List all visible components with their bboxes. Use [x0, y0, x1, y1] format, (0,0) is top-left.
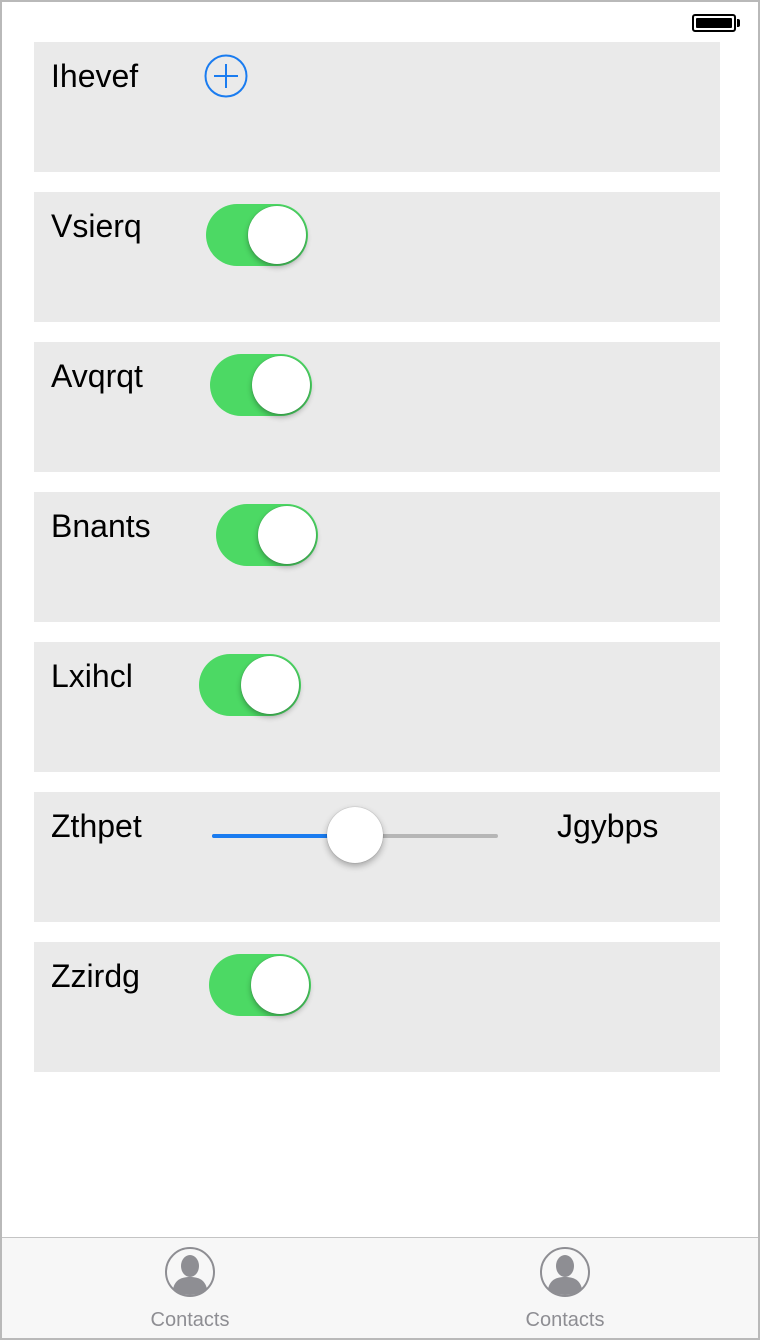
zzirdg-toggle[interactable] [209, 954, 311, 1016]
form-row-avqrqt: Avqrqt [34, 342, 720, 472]
toggle-knob [252, 356, 310, 414]
plus-circle-icon[interactable] [204, 54, 248, 98]
contacts-icon [539, 1246, 591, 1298]
row-label: Avqrqt [51, 358, 143, 394]
toggle-knob [241, 656, 299, 714]
bnants-toggle[interactable] [216, 504, 318, 566]
row-label: Zthpet [51, 808, 142, 844]
vsierq-toggle[interactable] [206, 204, 308, 266]
slider-right-label: Jgybps [557, 808, 659, 844]
status-bar [2, 2, 758, 42]
row-label: Zzirdg [51, 958, 140, 994]
toggle-knob [251, 956, 309, 1014]
battery-tip [737, 19, 740, 27]
app-screen: Ihevef Vsierq Avqrqt Bnants Lxihcl Zthpe… [0, 0, 760, 1340]
form-row-zzirdg: Zzirdg [34, 942, 720, 1072]
tab-contacts-2[interactable]: Contacts [465, 1238, 665, 1338]
form-row-ihevef: Ihevef [34, 42, 720, 172]
tab-bar: Contacts Contacts [2, 1237, 758, 1338]
zthpet-slider[interactable] [212, 802, 498, 863]
battery-full-icon [692, 14, 736, 32]
row-label: Ihevef [51, 58, 139, 94]
row-label: Lxihcl [51, 658, 133, 694]
row-label: Bnants [51, 508, 151, 544]
toggle-knob [258, 506, 316, 564]
tab-label: Contacts [150, 1309, 230, 1331]
avqrqt-toggle[interactable] [210, 354, 312, 416]
form-row-lxihcl: Lxihcl [34, 642, 720, 772]
tab-contacts-1[interactable]: Contacts [90, 1238, 290, 1338]
form-row-zthpet: Zthpet Jgybps [34, 792, 720, 922]
tab-label: Contacts [525, 1309, 605, 1331]
lxihcl-toggle[interactable] [199, 654, 301, 716]
contacts-icon [164, 1246, 216, 1298]
toggle-knob [248, 206, 306, 264]
form-row-vsierq: Vsierq [34, 192, 720, 322]
row-label: Vsierq [51, 208, 142, 244]
slider-thumb[interactable] [327, 807, 383, 863]
form-row-bnants: Bnants [34, 492, 720, 622]
